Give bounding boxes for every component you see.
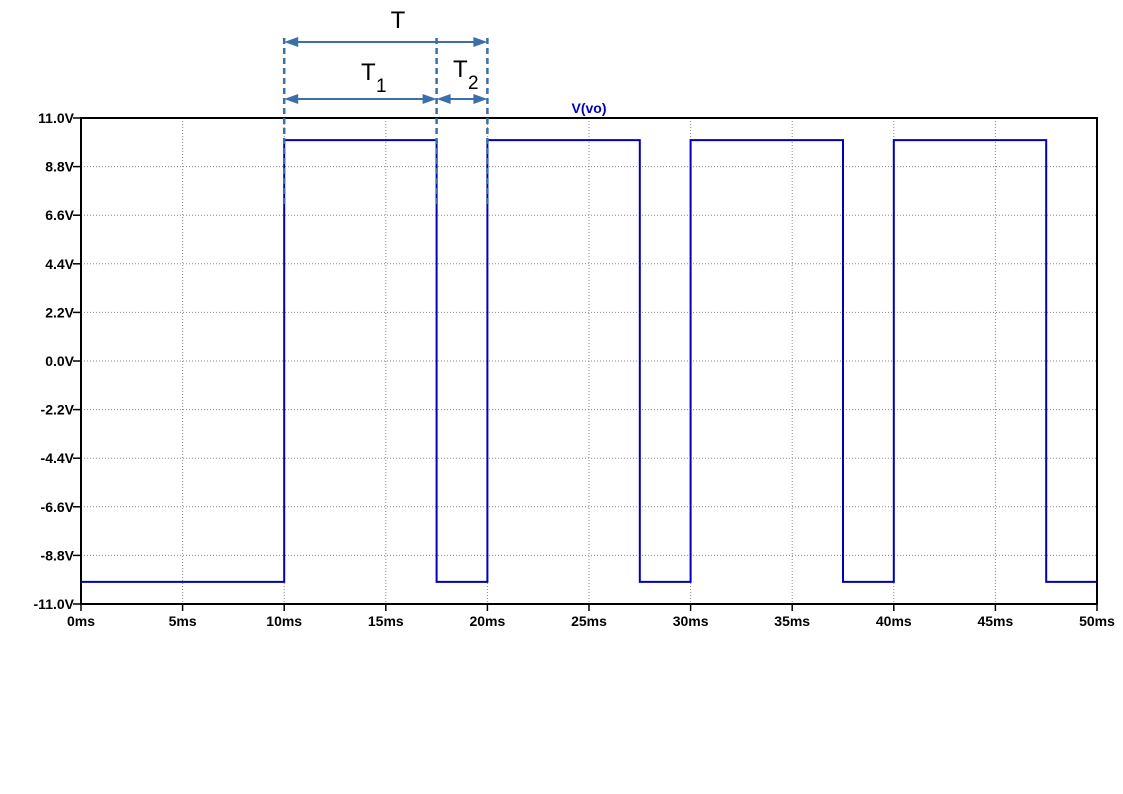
y-axis-ticks: 11.0V 8.8V 6.6V 4.4V 2.2V 0.0V -2.2V -4.4V -6.6V… (34, 110, 81, 612)
arrowhead-left (436, 94, 451, 104)
x-tick-label: 35ms (774, 613, 810, 629)
x-tick-label: 20ms (469, 613, 505, 629)
t1-label: T (361, 59, 376, 86)
x-tick-label: 10ms (266, 613, 302, 629)
y-tick-label: 11.0V (38, 110, 74, 126)
y-tick-label: -4.4V (41, 450, 75, 466)
series-label-vo: V(vo) (572, 100, 607, 116)
x-axis-ticks: 0ms 5ms 10ms 15ms 20ms 25ms 30ms 35ms 40ms 45ms 50… (67, 604, 1115, 629)
arrowhead-right (473, 94, 488, 104)
grid-lines (81, 118, 1097, 604)
y-tick-label: 6.6V (45, 207, 74, 223)
timing-annotations: TT1T2 (282, 7, 489, 208)
t2-subscript: 2 (468, 73, 479, 94)
x-tick-label: 15ms (368, 613, 404, 629)
y-tick-label: 0.0V (45, 353, 74, 369)
y-tick-label: 8.8V (45, 159, 74, 175)
x-tick-label: 50ms (1079, 613, 1115, 629)
x-tick-label: 30ms (673, 613, 709, 629)
t2-label: T (453, 56, 468, 83)
y-tick-label: -11.0V (34, 596, 75, 612)
period-label: T (391, 7, 406, 34)
arrowhead-right (422, 94, 437, 104)
x-tick-label: 5ms (169, 613, 197, 629)
x-tick-label: 25ms (571, 613, 607, 629)
y-tick-label: -2.2V (41, 402, 75, 418)
arrowhead-left (284, 37, 299, 47)
x-tick-label: 45ms (977, 613, 1013, 629)
x-tick-label: 40ms (876, 613, 912, 629)
arrowhead-left (284, 94, 299, 104)
arrowhead-right (473, 37, 488, 47)
waveform-chart: 11.0V 8.8V 6.6V 4.4V 2.2V 0.0V -2.2V -4.4V -6.6V… (34, 7, 1116, 629)
x-tick-label: 0ms (67, 613, 95, 629)
t1-subscript: 1 (376, 76, 387, 97)
y-tick-label: -8.8V (41, 547, 75, 563)
y-tick-label: 4.4V (45, 256, 74, 272)
y-tick-label: -6.6V (41, 499, 75, 515)
y-tick-label: 2.2V (45, 304, 74, 320)
